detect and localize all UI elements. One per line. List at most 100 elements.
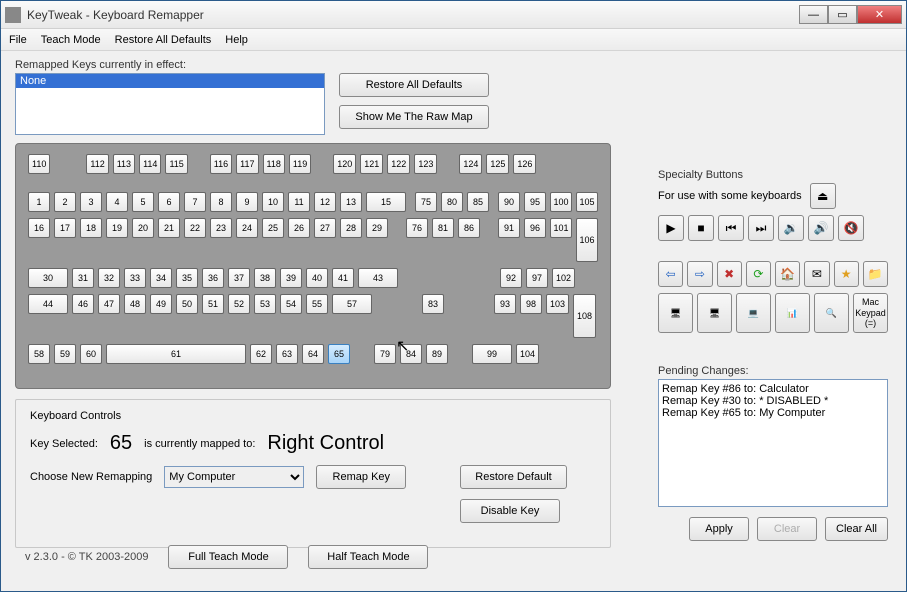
computer2-icon[interactable]: 🖥: [697, 293, 732, 333]
key-119[interactable]: 119: [289, 154, 311, 174]
key-24[interactable]: 24: [236, 218, 258, 238]
remap-key-button[interactable]: Remap Key: [316, 465, 406, 489]
key-83[interactable]: 83: [422, 294, 444, 314]
clear-button[interactable]: Clear: [757, 517, 817, 541]
key-18[interactable]: 18: [80, 218, 102, 238]
key-28[interactable]: 28: [340, 218, 362, 238]
key-108[interactable]: 108: [573, 294, 596, 338]
volume-up-icon[interactable]: 🔊: [808, 215, 834, 241]
key-4[interactable]: 4: [106, 192, 128, 212]
key-37[interactable]: 37: [228, 268, 250, 288]
key-53[interactable]: 53: [254, 294, 276, 314]
key-17[interactable]: 17: [54, 218, 76, 238]
key-44[interactable]: 44: [28, 294, 68, 314]
calculator-icon[interactable]: 📊: [775, 293, 810, 333]
key-104[interactable]: 104: [516, 344, 539, 364]
key-98[interactable]: 98: [520, 294, 542, 314]
close-button[interactable]: ✕: [857, 5, 902, 24]
mute-icon[interactable]: 🔇: [838, 215, 864, 241]
folder-icon[interactable]: 📁: [863, 261, 888, 287]
key-59[interactable]: 59: [54, 344, 76, 364]
key-61[interactable]: 61: [106, 344, 246, 364]
key-115[interactable]: 115: [165, 154, 187, 174]
key-36[interactable]: 36: [202, 268, 224, 288]
key-39[interactable]: 39: [280, 268, 302, 288]
key-5[interactable]: 5: [132, 192, 154, 212]
key-12[interactable]: 12: [314, 192, 336, 212]
key-84[interactable]: 84: [400, 344, 422, 364]
key-54[interactable]: 54: [280, 294, 302, 314]
key-89[interactable]: 89: [426, 344, 448, 364]
key-106[interactable]: 106: [576, 218, 598, 262]
key-125[interactable]: 125: [486, 154, 509, 174]
maximize-button[interactable]: ▭: [828, 5, 857, 24]
mac-keypad-button[interactable]: Mac Keypad (=): [853, 293, 888, 333]
key-124[interactable]: 124: [459, 154, 482, 174]
next-track-icon[interactable]: ⏭: [748, 215, 774, 241]
stop-browser-icon[interactable]: ✖: [717, 261, 742, 287]
key-93[interactable]: 93: [494, 294, 516, 314]
key-96[interactable]: 96: [524, 218, 546, 238]
key-34[interactable]: 34: [150, 268, 172, 288]
key-91[interactable]: 91: [498, 218, 520, 238]
key-30[interactable]: 30: [28, 268, 68, 288]
pending-item[interactable]: Remap Key #86 to: Calculator: [662, 383, 884, 395]
key-38[interactable]: 38: [254, 268, 276, 288]
key-49[interactable]: 49: [150, 294, 172, 314]
key-20[interactable]: 20: [132, 218, 154, 238]
clear-all-button[interactable]: Clear All: [825, 517, 888, 541]
key-63[interactable]: 63: [276, 344, 298, 364]
key-121[interactable]: 121: [360, 154, 383, 174]
restore-all-defaults-button[interactable]: Restore All Defaults: [339, 73, 489, 97]
key-2[interactable]: 2: [54, 192, 76, 212]
back-icon[interactable]: ⇦: [658, 261, 683, 287]
key-33[interactable]: 33: [124, 268, 146, 288]
key-43[interactable]: 43: [358, 268, 398, 288]
key-114[interactable]: 114: [139, 154, 161, 174]
computer1-icon[interactable]: 🖥: [658, 293, 693, 333]
key-32[interactable]: 32: [98, 268, 120, 288]
minimize-button[interactable]: —: [799, 5, 828, 24]
key-79[interactable]: 79: [374, 344, 396, 364]
key-1[interactable]: 1: [28, 192, 50, 212]
key-102[interactable]: 102: [552, 268, 575, 288]
key-22[interactable]: 22: [184, 218, 206, 238]
forward-icon[interactable]: ⇨: [687, 261, 712, 287]
favorites-icon[interactable]: ★: [834, 261, 859, 287]
eject-icon[interactable]: ⏏: [810, 183, 836, 209]
pending-item[interactable]: Remap Key #65 to: My Computer: [662, 407, 884, 419]
key-27[interactable]: 27: [314, 218, 336, 238]
key-21[interactable]: 21: [158, 218, 180, 238]
key-35[interactable]: 35: [176, 268, 198, 288]
key-86[interactable]: 86: [458, 218, 480, 238]
key-99[interactable]: 99: [472, 344, 512, 364]
stop-icon[interactable]: ■: [688, 215, 714, 241]
remapping-select[interactable]: My Computer: [164, 466, 304, 488]
key-116[interactable]: 116: [210, 154, 232, 174]
key-92[interactable]: 92: [500, 268, 522, 288]
half-teach-mode-button[interactable]: Half Teach Mode: [308, 545, 428, 569]
key-16[interactable]: 16: [28, 218, 50, 238]
key-46[interactable]: 46: [72, 294, 94, 314]
play-icon[interactable]: ▶: [658, 215, 684, 241]
key-101[interactable]: 101: [550, 218, 572, 238]
key-65[interactable]: 65: [328, 344, 350, 364]
home-icon[interactable]: 🏠: [775, 261, 800, 287]
key-95[interactable]: 95: [524, 192, 546, 212]
key-23[interactable]: 23: [210, 218, 232, 238]
key-75[interactable]: 75: [415, 192, 437, 212]
key-100[interactable]: 100: [550, 192, 572, 212]
refresh-icon[interactable]: ⟳: [746, 261, 771, 287]
search-icon[interactable]: 🔍: [814, 293, 849, 333]
disable-key-button[interactable]: Disable Key: [460, 499, 560, 523]
key-105[interactable]: 105: [576, 192, 598, 212]
menu-file[interactable]: File: [9, 34, 27, 46]
key-122[interactable]: 122: [387, 154, 410, 174]
key-112[interactable]: 112: [86, 154, 108, 174]
menu-restore-all-defaults[interactable]: Restore All Defaults: [115, 34, 212, 46]
show-raw-map-button[interactable]: Show Me The Raw Map: [339, 105, 489, 129]
key-25[interactable]: 25: [262, 218, 284, 238]
key-51[interactable]: 51: [202, 294, 224, 314]
key-26[interactable]: 26: [288, 218, 310, 238]
key-117[interactable]: 117: [236, 154, 258, 174]
